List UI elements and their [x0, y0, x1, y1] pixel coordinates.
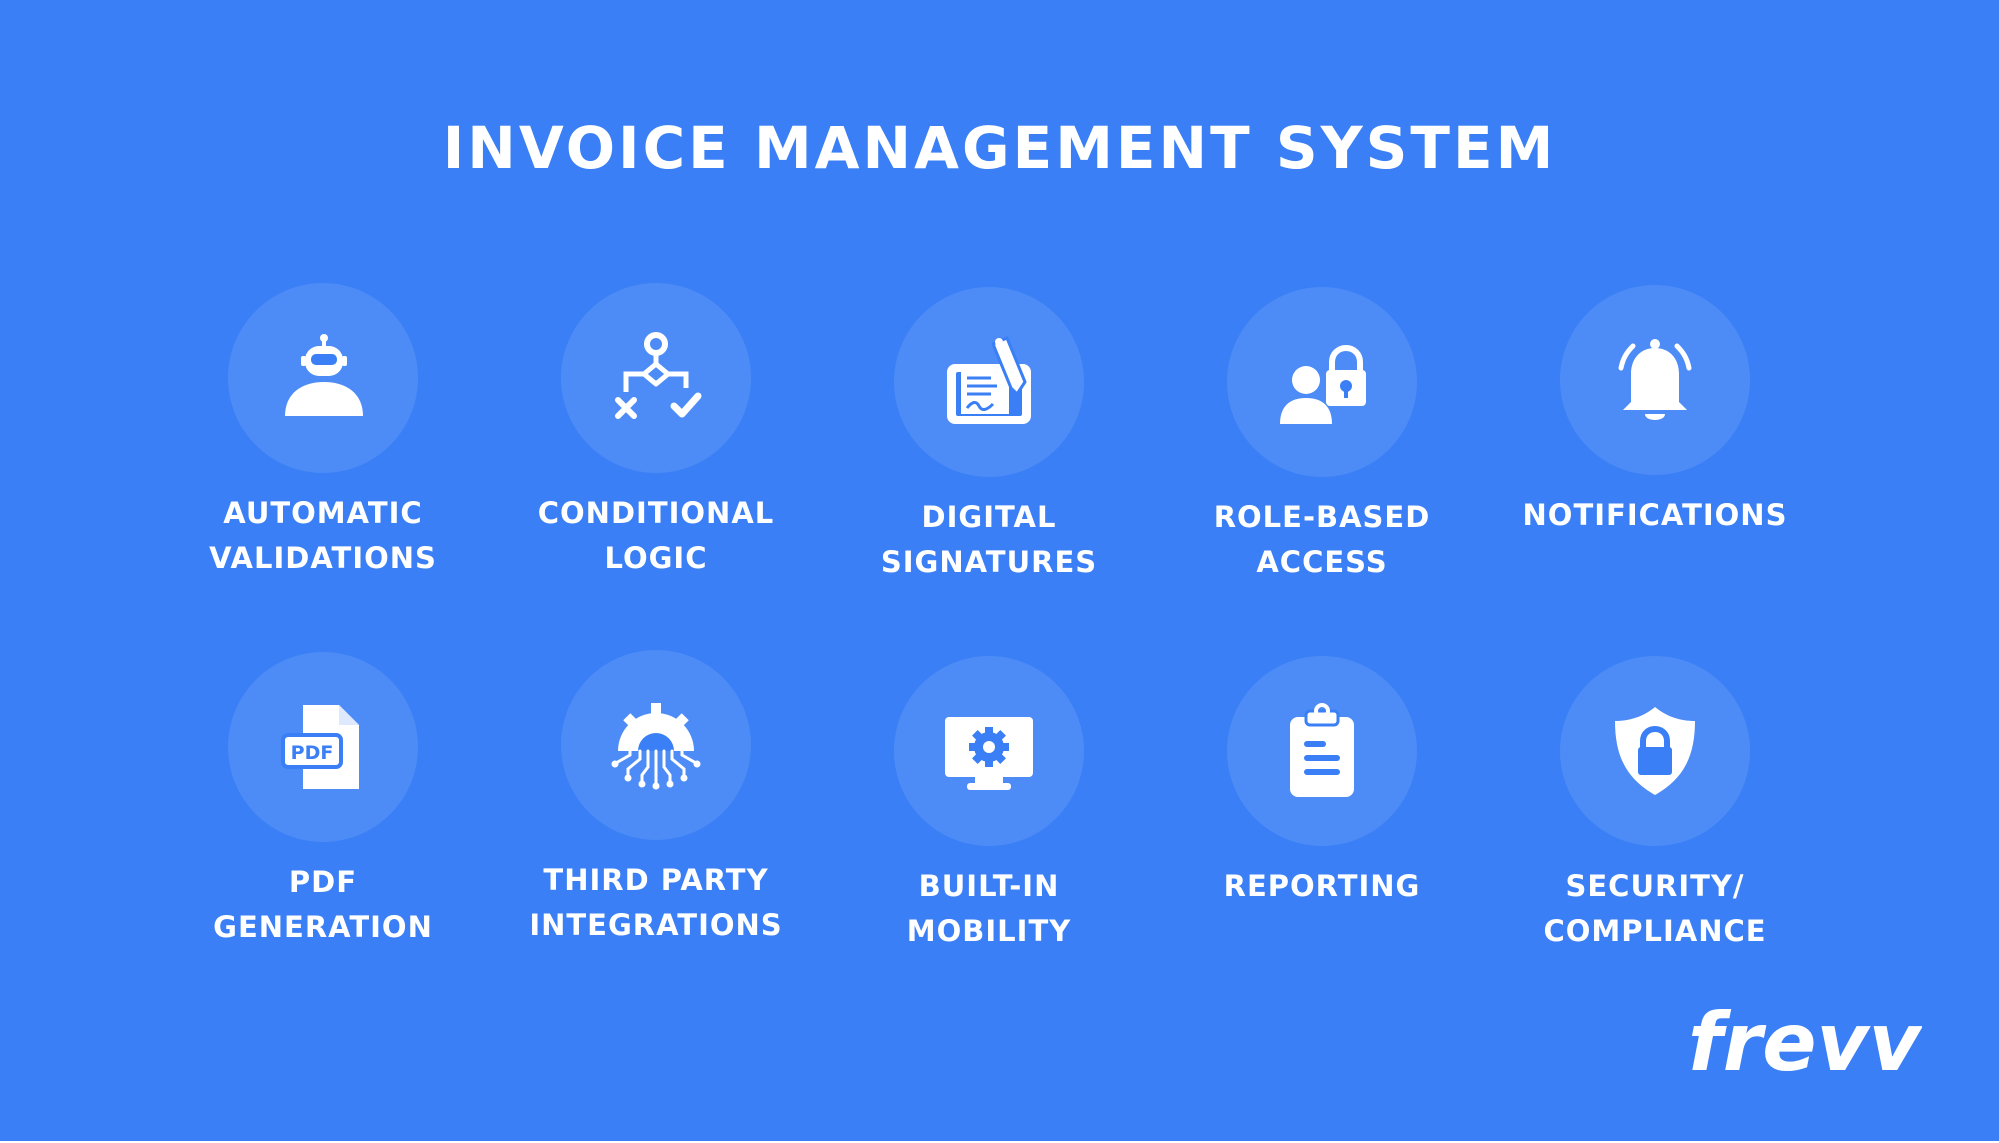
feature-label: NOTIFICATIONS [1522, 498, 1788, 532]
shield-lock-icon [1615, 707, 1695, 795]
svg-text:PDF: PDF [291, 742, 334, 764]
icon-circle [894, 656, 1084, 846]
tablet-signature-icon [947, 336, 1031, 424]
infographic-panel: INVOICE MANAGEMENT SYSTEM AUTOMATIC VALI… [0, 0, 1999, 1141]
robot-user-icon [285, 334, 363, 416]
user-lock-icon [1280, 344, 1366, 424]
feature-label: AUTOMATIC VALIDATIONS [209, 496, 437, 575]
pdf-file-icon: PDF [281, 705, 359, 789]
feature-label: DIGITAL SIGNATURES [880, 500, 1098, 579]
icon-circle [561, 650, 751, 840]
feature-label: BUILT-IN MOBILITY [906, 869, 1072, 948]
icon-circle: PDF [228, 652, 418, 842]
icon-circle [561, 283, 751, 473]
feature-label: REPORTING [1223, 869, 1421, 903]
icon-circle [228, 283, 418, 473]
monitor-gear-icon [945, 717, 1033, 790]
feature-label: CONDITIONAL LOGIC [537, 496, 775, 575]
frevvo-logo-icon: frevvo [1688, 996, 1976, 1089]
icon-circle [1560, 285, 1750, 475]
icon-circle [894, 287, 1084, 477]
gear-circuit-icon [611, 703, 701, 790]
icon-circle [1227, 287, 1417, 477]
icon-circle [1227, 656, 1417, 846]
canvas: INVOICE MANAGEMENT SYSTEM AUTOMATIC VALI… [0, 0, 1999, 1143]
clipboard-icon [1290, 703, 1354, 797]
feature-label: ROLE-BASED ACCESS [1213, 500, 1431, 579]
feature-label: THIRD PARTY INTEGRATIONS [529, 863, 783, 942]
bell-icon [1618, 339, 1692, 420]
logo-text: frevvo [1688, 996, 1922, 1089]
page-title: INVOICE MANAGEMENT SYSTEM [442, 114, 1557, 182]
frevvo-logo: frevvo [1682, 992, 1976, 1102]
icon-circle [1560, 656, 1750, 846]
feature-label: SECURITY/ COMPLIANCE [1543, 869, 1767, 948]
feature-label: PDF GENERATION [213, 865, 433, 944]
decision-flow-icon [615, 332, 702, 419]
